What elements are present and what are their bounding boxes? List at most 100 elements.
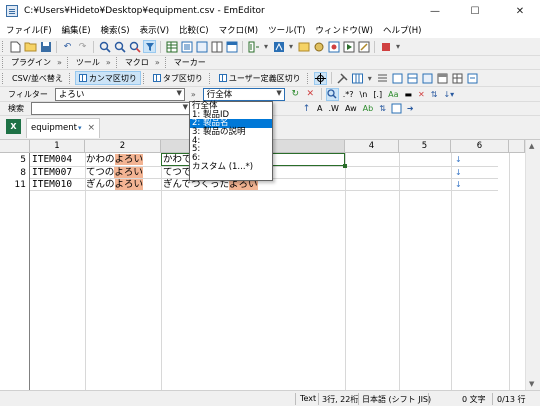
chevron-down-icon[interactable]: ▼ <box>176 89 181 97</box>
table-cell[interactable]: かわで <box>163 154 192 166</box>
tools-toolbar-label[interactable]: ツール <box>76 57 100 68</box>
tab-separated-button[interactable]: タブ区切り <box>149 71 207 85</box>
status-mode[interactable]: Text <box>300 394 316 403</box>
table-cell[interactable]: かわのよろい <box>86 154 144 166</box>
macro-record-icon[interactable] <box>327 40 340 53</box>
macro-run-icon[interactable] <box>342 40 355 53</box>
menu-edit[interactable]: 編集(E) <box>62 24 91 36</box>
compare-icon[interactable] <box>247 40 260 53</box>
chevron-down-icon[interactable]: ▼ <box>183 103 188 111</box>
chevron-down-icon[interactable]: ▼ <box>276 89 281 97</box>
table-icon[interactable] <box>451 72 464 85</box>
column-header-2[interactable]: 2 <box>85 140 161 153</box>
menu-tools[interactable]: ツール(T) <box>268 24 305 36</box>
column-header-4[interactable]: 4 <box>345 140 399 153</box>
column-width-icon[interactable] <box>421 72 434 85</box>
find-prev-icon[interactable]: ↑ <box>300 102 313 115</box>
table-cell[interactable]: ITEM010 <box>32 179 72 191</box>
outline-icon[interactable] <box>195 40 208 53</box>
window-icon[interactable] <box>225 40 238 53</box>
comma-separated-button[interactable]: カンマ区切り <box>74 71 141 85</box>
table-cell[interactable]: ITEM004 <box>32 154 72 166</box>
chevron-right-icon[interactable]: » <box>191 90 196 99</box>
chevron-right-icon[interactable]: » <box>155 58 160 67</box>
regex-option-icon[interactable]: A <box>317 104 322 113</box>
scroll-down-icon[interactable]: ▼ <box>529 380 534 388</box>
vertical-scrollbar[interactable]: ▲ ▼ <box>525 140 540 390</box>
filter-input[interactable]: よろい ▼ <box>54 87 185 101</box>
menu-search[interactable]: 検索(S) <box>101 24 130 36</box>
minimize-button[interactable]: — <box>420 0 450 22</box>
undo-icon[interactable]: ↶ <box>61 40 74 53</box>
column-header-1[interactable]: 1 <box>30 140 85 153</box>
replace-icon[interactable] <box>128 40 141 53</box>
redo-icon[interactable]: ↷ <box>76 40 89 53</box>
sort-desc-icon[interactable] <box>406 72 419 85</box>
sort-icon[interactable]: ⇅ <box>431 90 438 99</box>
filter-icon[interactable] <box>143 40 156 53</box>
dropdown-option[interactable]: 4: <box>190 137 272 146</box>
bookmark-icon[interactable]: ▬ <box>404 90 412 99</box>
scroll-up-icon[interactable]: ▲ <box>529 142 534 150</box>
table-cell[interactable]: ITEM007 <box>32 167 72 179</box>
filter-column-dropdown[interactable]: 行全体 1: 製品ID 2: 製品名 3: 製品の説明 4: 5: 6: カスタ… <box>189 101 273 181</box>
csv-sort-button[interactable]: CSV/並べ替え <box>8 71 67 85</box>
filter-search-icon[interactable] <box>325 87 339 101</box>
table-cell[interactable]: ぎんのよろい <box>86 179 144 191</box>
user-defined-separated-button[interactable]: ユーザー定義区切り <box>215 71 305 85</box>
menu-view[interactable]: 表示(V) <box>140 24 169 36</box>
tools-icon[interactable] <box>336 72 349 85</box>
chevron-right-icon[interactable]: » <box>106 58 111 67</box>
properties-icon[interactable] <box>297 40 310 53</box>
font-icon[interactable] <box>272 40 285 53</box>
dropdown-option[interactable]: 5: <box>190 145 272 154</box>
close-tab-icon[interactable]: × <box>88 123 96 133</box>
sort-asc-icon[interactable] <box>391 72 404 85</box>
match-case-icon[interactable]: [.] <box>373 90 382 99</box>
dropdown-option[interactable]: 3: 製品の説明 <box>190 128 272 137</box>
header-icon[interactable] <box>436 72 449 85</box>
regex-option-icon[interactable]: .*? <box>343 90 354 99</box>
close-search-icon[interactable]: ⇅ <box>379 104 386 113</box>
split-view-icon[interactable] <box>210 40 223 53</box>
menu-compare[interactable]: 比較(C) <box>179 24 209 36</box>
column-header-6[interactable]: 6 <box>451 140 509 153</box>
new-file-icon[interactable] <box>9 40 22 53</box>
escape-option-icon[interactable]: \n <box>360 90 368 99</box>
fill-handle[interactable] <box>343 164 347 168</box>
plugin-toolbar-label[interactable]: プラグイン <box>11 57 51 68</box>
tab-equipment[interactable]: equipment ▾ × <box>26 117 101 138</box>
marker-toolbar-label[interactable]: マーカー <box>174 57 206 68</box>
highlight-icon[interactable]: Ab <box>363 104 374 113</box>
column-header-5[interactable]: 5 <box>399 140 451 153</box>
dropdown-option[interactable]: カスタム (1...*) <box>190 163 272 172</box>
list-icon[interactable] <box>180 40 193 53</box>
escape-option-icon[interactable]: Aw <box>345 104 357 113</box>
filter-column-select[interactable]: 行全体 ▼ <box>202 87 285 101</box>
table-view-icon[interactable] <box>165 40 178 53</box>
table-cell[interactable]: てつのよろい <box>86 167 143 179</box>
columns-icon[interactable] <box>351 72 364 85</box>
status-encoding[interactable]: 日本語 (シフト JIS) <box>362 394 431 405</box>
find-next-icon[interactable] <box>113 40 126 53</box>
close-button[interactable]: ✕ <box>505 0 535 22</box>
forward-icon[interactable]: ➜ <box>407 104 414 113</box>
rows-icon[interactable] <box>376 72 389 85</box>
toolbar-grip[interactable] <box>2 41 5 52</box>
status-position[interactable]: 3行, 22桁 <box>322 394 358 405</box>
open-folder-icon[interactable] <box>24 40 37 53</box>
find-icon[interactable] <box>98 40 111 53</box>
clear-filter-icon[interactable]: ✕ <box>304 88 317 101</box>
macro-edit-icon[interactable] <box>357 40 370 53</box>
negate-icon[interactable]: ✕ <box>418 90 425 99</box>
stop-icon[interactable] <box>379 40 392 53</box>
join-icon[interactable] <box>466 72 479 85</box>
menu-macro[interactable]: マクロ(M) <box>219 24 258 36</box>
menu-help[interactable]: ヘルプ(H) <box>383 24 422 36</box>
refresh-icon[interactable]: ↻ <box>289 88 302 101</box>
maximize-button[interactable]: ☐ <box>460 0 490 22</box>
table-cell[interactable]: てつで <box>163 167 191 179</box>
batch-search-icon[interactable] <box>390 102 403 115</box>
dropdown-icon[interactable]: ↓▾ <box>443 90 454 99</box>
match-case-icon[interactable]: .W <box>328 104 338 113</box>
